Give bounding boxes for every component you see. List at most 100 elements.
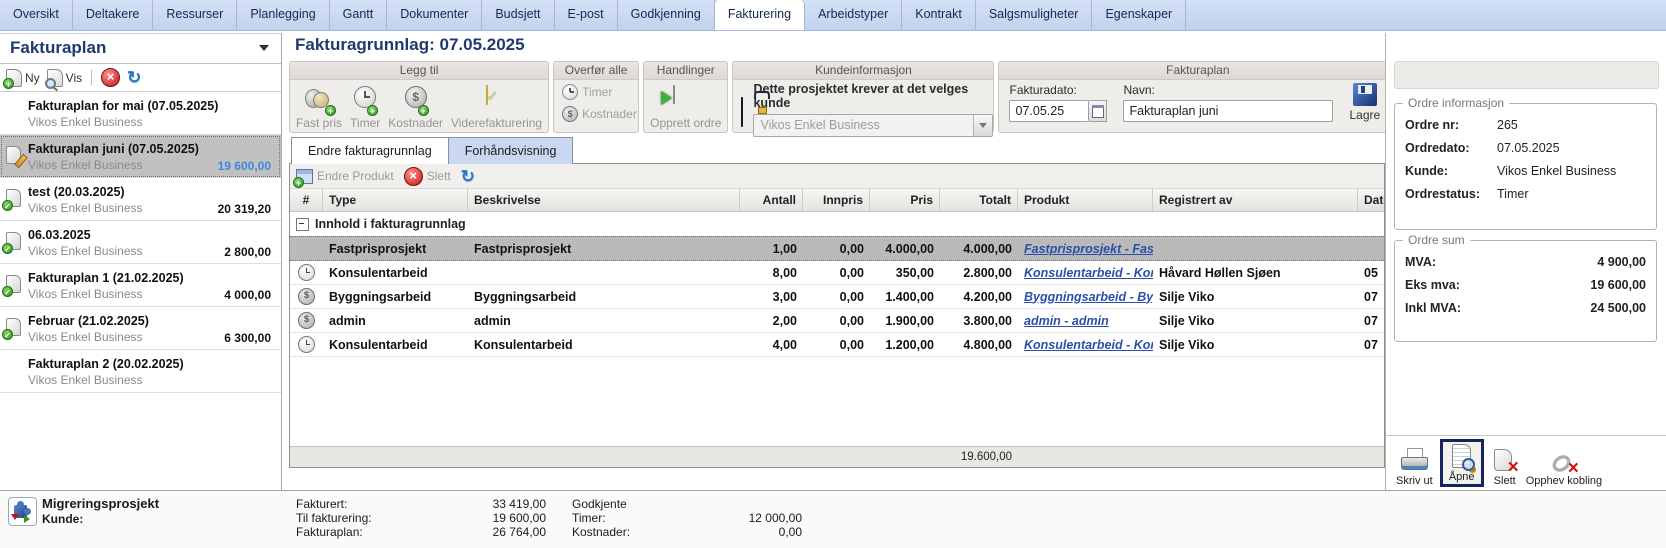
- invoice-plan-item[interactable]: Fakturaplan 1 (21.02.2025) Vikos Enkel B…: [0, 264, 281, 307]
- add-costs-button[interactable]: + Kostnader: [388, 82, 443, 130]
- order-info-label: Kunde:: [1405, 164, 1497, 178]
- calendar-icon[interactable]: [1089, 100, 1107, 122]
- collapse-caret-icon[interactable]: [259, 45, 269, 56]
- product-link[interactable]: admin - admin: [1024, 314, 1109, 328]
- module-tab[interactable]: Fakturering: [715, 0, 805, 30]
- order-info-value: 07.05.2025: [1497, 141, 1560, 155]
- delete-icon: [404, 167, 423, 186]
- module-tab-label: Oversikt: [13, 7, 59, 21]
- module-tab[interactable]: Planlegging: [237, 0, 329, 30]
- create-order-button[interactable]: Opprett ordre: [650, 82, 721, 130]
- module-tab[interactable]: Oversikt: [0, 0, 73, 30]
- table-header: # Type Beskrivelse Antall Innpris Pris T…: [290, 189, 1384, 212]
- column-header[interactable]: Beskrivelse: [468, 189, 740, 211]
- module-tab[interactable]: Gantt: [330, 0, 388, 30]
- plan-item-amount: 4 000,00: [224, 288, 275, 304]
- cell-registrert-av: Silje Viko: [1153, 314, 1358, 328]
- column-header[interactable]: Totalt: [940, 189, 1018, 211]
- module-tab[interactable]: Egenskaper: [1092, 0, 1186, 30]
- add-hours-button[interactable]: + Timer: [350, 82, 380, 130]
- group-legg-til: Legg til + Fast pris + Timer + Kostnader: [289, 61, 549, 133]
- order-info-value: Timer: [1497, 187, 1528, 201]
- view-tab[interactable]: Endre fakturagrunnlag: [291, 137, 449, 164]
- invoice-plan-item[interactable]: Fakturaplan 2 (20.02.2025) Vikos Enkel B…: [0, 350, 281, 393]
- delete-plan-icon[interactable]: [101, 68, 120, 87]
- column-header[interactable]: Pris: [870, 189, 940, 211]
- column-header[interactable]: Dato: [1358, 189, 1384, 211]
- module-tab[interactable]: Kontrakt: [902, 0, 976, 30]
- product-link[interactable]: Konsulentarbeid - Kons…: [1024, 338, 1153, 352]
- invoice-plan-item[interactable]: Fakturaplan for mai (07.05.2025) Vikos E…: [0, 92, 281, 135]
- new-plan-button[interactable]: + Ny: [6, 69, 40, 87]
- cell-totalt: 4.800,00: [940, 338, 1018, 352]
- module-tab-label: Budsjett: [495, 7, 540, 21]
- column-header[interactable]: Registrert av: [1153, 189, 1358, 211]
- cell-type: admin: [323, 314, 468, 328]
- module-tab[interactable]: Dokumenter: [387, 0, 482, 30]
- table-row[interactable]: Byggningsarbeid Byggningsarbeid 3,00 0,0…: [290, 285, 1384, 309]
- invoice-plan-item[interactable]: 06.03.2025 Vikos Enkel Business 2 800,00: [0, 221, 281, 264]
- invoice-plan-item[interactable]: Fakturaplan juni (07.05.2025) Vikos Enke…: [0, 135, 281, 178]
- plan-item-title: test (20.03.2025): [28, 185, 218, 199]
- table-row[interactable]: Fastprisprosjekt Fastprisprosjekt 1,00 0…: [290, 236, 1384, 261]
- table-row[interactable]: Konsulentarbeid 8,00 0,00 350,00 2.800,0…: [290, 261, 1384, 285]
- module-tab[interactable]: Budsjett: [482, 0, 554, 30]
- order-action-button[interactable]: Slett: [1491, 448, 1519, 487]
- status-bar: Migreringsprosjekt Kunde: Fakturert: 33 …: [0, 490, 1666, 548]
- column-header[interactable]: Type: [323, 189, 468, 211]
- module-tab-label: Egenskaper: [1105, 7, 1172, 21]
- plan-name-input[interactable]: [1123, 100, 1333, 122]
- order-action-button[interactable]: Skriv ut: [1396, 448, 1433, 487]
- collapse-group-icon[interactable]: [296, 218, 309, 231]
- customer-select[interactable]: Vikos Enkel Business: [753, 114, 993, 137]
- delete-row-button[interactable]: Slett: [404, 167, 451, 186]
- add-fixed-price-button[interactable]: + Fast pris: [296, 82, 342, 130]
- save-button[interactable]: Lagre: [1349, 83, 1380, 122]
- product-link[interactable]: Byggningsarbeid - Byg…: [1024, 290, 1153, 304]
- invoice-plan-item[interactable]: Februar (21.02.2025) Vikos Enkel Busines…: [0, 307, 281, 350]
- cell-antall: 2,00: [740, 314, 803, 328]
- invoice-date-input[interactable]: [1009, 100, 1089, 122]
- module-tab[interactable]: Arbeidstyper: [805, 0, 902, 30]
- plan-item-subtitle: Vikos Enkel Business: [28, 244, 224, 258]
- plan-status-icon: [4, 232, 24, 252]
- view-tab[interactable]: Forhåndsvisning: [449, 137, 574, 164]
- module-tab[interactable]: Deltakere: [73, 0, 154, 30]
- save-floppy-icon: [1353, 83, 1377, 106]
- edit-product-button[interactable]: + Endre Produkt: [296, 169, 394, 184]
- cell-pris: 1.400,00: [870, 290, 940, 304]
- module-tab[interactable]: E-post: [555, 0, 618, 30]
- cell-dato: 05: [1358, 266, 1384, 280]
- transfer-costs-button[interactable]: Kostnader: [562, 104, 637, 124]
- order-sum-row: Eks mva: 19 600,00: [1395, 273, 1656, 296]
- column-header[interactable]: Antall: [740, 189, 803, 211]
- plan-item-title: Februar (21.02.2025): [28, 314, 224, 328]
- chevron-down-icon[interactable]: [973, 115, 992, 136]
- column-header[interactable]: Produkt: [1018, 189, 1153, 211]
- transfer-hours-button[interactable]: Timer: [562, 82, 612, 102]
- order-action-button[interactable]: Åpne: [1440, 439, 1484, 487]
- refresh-grid-icon[interactable]: ↻: [461, 168, 475, 185]
- project-name: Migreringsprosjekt: [42, 496, 159, 511]
- view-plan-label: Vis: [66, 71, 82, 85]
- module-tab[interactable]: Ressurser: [153, 0, 237, 30]
- table-row[interactable]: Konsulentarbeid Konsulentarbeid 4,00 0,0…: [290, 333, 1384, 357]
- cell-dato: 07: [1358, 338, 1384, 352]
- product-link[interactable]: Konsulentarbeid - Kons…: [1024, 266, 1153, 280]
- product-link[interactable]: Fastprisprosjekt - Fast…: [1024, 242, 1153, 256]
- add-rebilling-button[interactable]: Viderefakturering: [451, 82, 542, 130]
- table-row[interactable]: admin admin 2,00 0,00 1.900,00 3.800,00 …: [290, 309, 1384, 333]
- new-document-icon: +: [6, 69, 22, 87]
- order-action-button[interactable]: Opphev kobling: [1526, 448, 1602, 487]
- module-tab[interactable]: Salgsmuligheter: [976, 0, 1093, 30]
- column-header[interactable]: Innpris: [803, 189, 870, 211]
- column-header[interactable]: #: [290, 189, 323, 211]
- invoice-plan-item[interactable]: test (20.03.2025) Vikos Enkel Business 2…: [0, 178, 281, 221]
- view-plan-button[interactable]: Vis: [47, 69, 82, 87]
- plan-status-icon: [4, 318, 24, 338]
- module-tab[interactable]: Godkjenning: [618, 0, 715, 30]
- table-group-row[interactable]: Innhold i fakturagrunnlag: [290, 212, 1384, 236]
- cell-pris: 4.000,00: [870, 242, 940, 256]
- order-info-value: Vikos Enkel Business: [1497, 164, 1616, 178]
- refresh-icon[interactable]: ↻: [127, 69, 141, 86]
